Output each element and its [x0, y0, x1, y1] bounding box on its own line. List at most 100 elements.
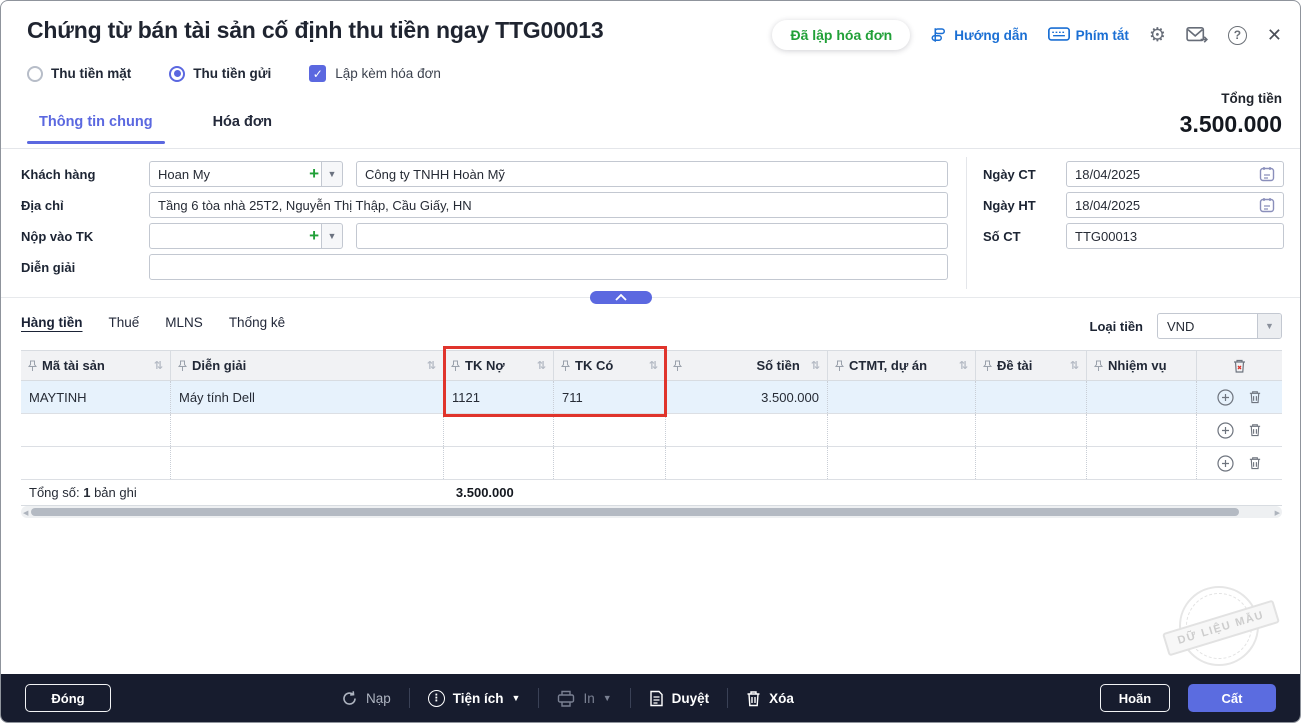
pin-icon[interactable]: [561, 360, 570, 372]
print-button[interactable]: In ▼: [557, 690, 611, 707]
customer-dropdown-button[interactable]: ▼: [321, 161, 343, 187]
scroll-right-arrow[interactable]: ▶: [1275, 509, 1280, 517]
add-row-icon[interactable]: [1217, 455, 1234, 472]
radio-bank[interactable]: Thu tiền gửi: [169, 66, 271, 82]
cell-description[interactable]: Máy tính Dell: [171, 381, 444, 413]
doc-date-calendar-icon[interactable]: [1259, 166, 1275, 182]
delete-button[interactable]: Xóa: [746, 690, 794, 707]
cell-topic[interactable]: [976, 381, 1087, 413]
radio-cash[interactable]: Thu tiền mặt: [27, 66, 131, 82]
description-label: Diễn giải: [21, 260, 75, 275]
reload-button[interactable]: Nạp: [341, 690, 391, 707]
tab-general-info[interactable]: Thông tin chung: [27, 108, 165, 144]
add-account-icon[interactable]: +: [309, 226, 319, 246]
add-row-icon[interactable]: [1217, 389, 1234, 406]
close-button[interactable]: Đóng: [25, 684, 111, 712]
currency-caret-icon[interactable]: ▼: [1257, 314, 1281, 338]
cell-empty[interactable]: [171, 447, 444, 479]
cell-empty[interactable]: [554, 447, 666, 479]
col-description: Diễn giải ⇅: [171, 351, 444, 380]
cell-credit[interactable]: 711: [554, 381, 666, 413]
guide-link[interactable]: Hướng dẫn: [930, 26, 1027, 44]
table-row-empty[interactable]: [21, 447, 1282, 480]
address-input[interactable]: [149, 192, 948, 218]
pin-icon[interactable]: [673, 360, 682, 372]
tab-mlns[interactable]: MLNS: [165, 315, 203, 332]
pin-icon[interactable]: [983, 360, 992, 372]
cell-empty[interactable]: [21, 414, 171, 446]
pin-icon[interactable]: [28, 360, 37, 372]
cell-empty[interactable]: [444, 414, 554, 446]
radio-bank-circle[interactable]: [169, 66, 185, 82]
posting-date-calendar-icon[interactable]: [1259, 197, 1275, 213]
cell-empty[interactable]: [976, 414, 1087, 446]
account-dropdown-button[interactable]: ▼: [321, 223, 343, 249]
invoice-checkbox-item[interactable]: ✓ Lập kèm hóa đơn: [309, 65, 441, 82]
currency-select[interactable]: VND ▼: [1157, 313, 1282, 339]
cell-empty[interactable]: [1087, 414, 1197, 446]
tab-statistics[interactable]: Thống kê: [229, 315, 285, 332]
table-row-empty[interactable]: [21, 414, 1282, 447]
delete-row-icon[interactable]: [1248, 455, 1262, 471]
account-code-input[interactable]: [149, 223, 321, 249]
close-icon[interactable]: ✕: [1267, 25, 1282, 46]
sort-icon[interactable]: ⇅: [649, 359, 658, 372]
table-row[interactable]: MAYTINH Máy tính Dell 1121 711 3.500.000: [21, 381, 1282, 414]
pin-icon[interactable]: [835, 360, 844, 372]
sort-icon[interactable]: ⇅: [811, 359, 820, 372]
sort-icon[interactable]: ⇅: [154, 359, 163, 372]
cell-empty[interactable]: [554, 414, 666, 446]
pin-icon[interactable]: [1094, 360, 1103, 372]
delete-row-icon[interactable]: [1248, 422, 1262, 438]
posting-date-input[interactable]: [1066, 192, 1284, 218]
checkbox-checked-icon[interactable]: ✓: [309, 65, 326, 82]
shortcut-link[interactable]: Phím tắt: [1048, 26, 1129, 45]
cell-empty[interactable]: [444, 447, 554, 479]
cell-amount[interactable]: 3.500.000: [666, 381, 828, 413]
sort-icon[interactable]: ⇅: [959, 359, 968, 372]
cell-empty[interactable]: [828, 447, 976, 479]
description-input[interactable]: [149, 254, 948, 280]
cell-empty[interactable]: [1087, 447, 1197, 479]
approve-button[interactable]: Duyệt: [649, 690, 710, 707]
delete-row-icon[interactable]: [1248, 389, 1262, 405]
cell-empty[interactable]: [666, 447, 828, 479]
cell-debit[interactable]: 1121: [444, 381, 554, 413]
cell-asset-code[interactable]: MAYTINH: [21, 381, 171, 413]
horizontal-scrollbar[interactable]: ◀ ▶: [21, 506, 1282, 518]
pin-icon[interactable]: [178, 360, 187, 372]
tab-tax[interactable]: Thuế: [109, 315, 140, 332]
sort-icon[interactable]: ⇅: [1070, 359, 1079, 372]
customer-name-input[interactable]: [356, 161, 948, 187]
delete-all-icon[interactable]: [1232, 358, 1247, 374]
utilities-button[interactable]: ⋮ Tiện ích ▼: [428, 690, 521, 707]
cell-empty[interactable]: [666, 414, 828, 446]
tab-invoice[interactable]: Hóa đơn: [201, 108, 284, 144]
tab-items[interactable]: Hàng tiền: [21, 315, 83, 332]
account-name-input[interactable]: [356, 223, 948, 249]
collapse-button[interactable]: [590, 291, 652, 304]
settings-gear-icon[interactable]: ⚙: [1149, 24, 1166, 47]
customer-code-input[interactable]: [149, 161, 321, 187]
add-row-icon[interactable]: [1217, 422, 1234, 439]
scroll-left-arrow[interactable]: ◀: [23, 509, 28, 517]
cell-empty[interactable]: [828, 414, 976, 446]
radio-cash-circle[interactable]: [27, 66, 43, 82]
doc-date-input[interactable]: [1066, 161, 1284, 187]
sort-icon[interactable]: ⇅: [427, 359, 436, 372]
postpone-button[interactable]: Hoãn: [1100, 684, 1170, 712]
cell-empty[interactable]: [171, 414, 444, 446]
cell-empty[interactable]: [21, 447, 171, 479]
sort-icon[interactable]: ⇅: [537, 359, 546, 372]
add-customer-icon[interactable]: +: [309, 164, 319, 184]
help-icon[interactable]: ?: [1228, 26, 1247, 45]
cell-empty[interactable]: [976, 447, 1087, 479]
radio-cash-label: Thu tiền mặt: [51, 66, 131, 81]
cell-task[interactable]: [1087, 381, 1197, 413]
cell-project[interactable]: [828, 381, 976, 413]
scrollbar-thumb[interactable]: [31, 508, 1239, 516]
feedback-mail-icon[interactable]: [1186, 26, 1208, 44]
save-button[interactable]: Cất: [1188, 684, 1276, 712]
pin-icon[interactable]: [451, 360, 460, 372]
doc-no-input[interactable]: [1066, 223, 1284, 249]
